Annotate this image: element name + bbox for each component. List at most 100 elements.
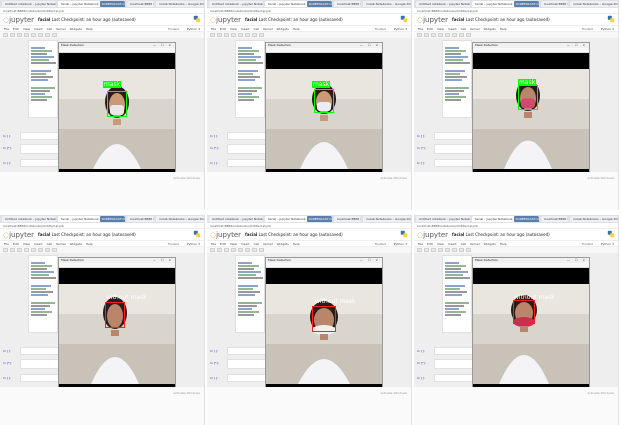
move-down-button[interactable] (252, 33, 257, 37)
paste-button[interactable] (445, 248, 450, 252)
browser-tab[interactable]: Colab Notebooks – Google Drive × (156, 1, 204, 7)
cut-button[interactable] (431, 248, 436, 252)
code-cell[interactable] (235, 255, 265, 333)
run-button[interactable] (259, 248, 264, 252)
code-cell[interactable] (20, 132, 60, 140)
menu-item-widgets[interactable]: Widgets (484, 242, 496, 246)
move-up-button[interactable] (245, 248, 250, 252)
run-button[interactable] (52, 33, 57, 37)
jupyter-logo[interactable]: ◌jupyter (417, 231, 448, 239)
menu-item-insert[interactable]: Insert (241, 27, 250, 31)
jupyter-logo[interactable]: ◌jupyter (210, 16, 241, 24)
browser-tab[interactable]: localhost:8888 × (540, 216, 569, 222)
menu-item-help[interactable]: Help (500, 27, 507, 31)
browser-tab[interactable]: Untitled notebook – jupyter Notebook × (2, 216, 57, 222)
code-cell[interactable] (227, 144, 267, 154)
jupyter-logo[interactable]: ◌jupyter (3, 231, 34, 239)
move-down-button[interactable] (45, 33, 50, 37)
menu-item-file[interactable]: File (4, 242, 9, 246)
notebook-title[interactable]: facial Last Checkpoint: an hour ago (aut… (38, 17, 136, 22)
copy-button[interactable] (231, 33, 236, 37)
browser-tab[interactable]: Untitled notebook – jupyter Notebook × (416, 1, 471, 7)
save-button[interactable] (210, 33, 215, 37)
browser-tab[interactable]: Colab Notebooks – Google Drive × (570, 1, 618, 7)
browser-tab[interactable]: localhost:8888 × (540, 1, 569, 7)
trusted-indicator[interactable]: Trusted (582, 242, 593, 246)
paste-button[interactable] (31, 248, 36, 252)
add-cell-button[interactable] (217, 33, 222, 37)
browser-tab[interactable]: localhost:8888 × (333, 216, 362, 222)
camera-window[interactable]: Mask Detection — ☐ × without mask (58, 257, 176, 395)
move-down-button[interactable] (459, 248, 464, 252)
menu-item-kernel[interactable]: Kernel (470, 242, 479, 246)
code-cell[interactable] (20, 374, 60, 382)
menu-item-cell[interactable]: Cell (461, 27, 467, 31)
browser-tab[interactable]: Untitled notebook – jupyter Notebook × (209, 216, 264, 222)
menu-item-view[interactable]: View (230, 242, 237, 246)
move-up-button[interactable] (38, 33, 43, 37)
menu-item-file[interactable]: File (418, 27, 423, 31)
browser-tab[interactable]: Untitled notebook – jupyter Notebook × (2, 1, 57, 7)
trusted-indicator[interactable]: Trusted (375, 242, 386, 246)
code-cell[interactable] (227, 159, 267, 167)
menu-item-widgets[interactable]: Widgets (70, 242, 82, 246)
trusted-indicator[interactable]: Trusted (375, 27, 386, 31)
code-cell[interactable] (434, 374, 474, 382)
browser-tab[interactable]: localhost:8888 × (126, 1, 155, 7)
menu-item-widgets[interactable]: Widgets (70, 27, 82, 31)
notebook-title[interactable]: facial Last Checkpoint: an hour ago (aut… (38, 232, 136, 237)
menu-item-edit[interactable]: Edit (427, 242, 433, 246)
menu-item-kernel[interactable]: Kernel (470, 27, 479, 31)
menu-item-cell[interactable]: Cell (47, 242, 53, 246)
cut-button[interactable] (224, 33, 229, 37)
copy-button[interactable] (438, 248, 443, 252)
cut-button[interactable] (17, 33, 22, 37)
add-cell-button[interactable] (424, 248, 429, 252)
add-cell-button[interactable] (10, 33, 15, 37)
cut-button[interactable] (17, 248, 22, 252)
run-button[interactable] (466, 33, 471, 37)
move-down-button[interactable] (45, 248, 50, 252)
menu-item-insert[interactable]: Insert (34, 27, 43, 31)
code-cell[interactable] (20, 347, 60, 355)
trusted-indicator[interactable]: Trusted (168, 27, 179, 31)
code-cell[interactable] (20, 359, 60, 369)
browser-tab[interactable]: facial – jupyter NotebookSCREENCAST-O-MA… (472, 216, 539, 222)
menu-item-view[interactable]: View (437, 242, 444, 246)
menu-item-help[interactable]: Help (293, 242, 300, 246)
move-up-button[interactable] (245, 33, 250, 37)
menu-item-view[interactable]: View (23, 27, 30, 31)
browser-tab[interactable]: Colab Notebooks – Google Drive × (363, 216, 411, 222)
jupyter-logo[interactable]: ◌jupyter (417, 16, 448, 24)
menu-item-edit[interactable]: Edit (13, 242, 19, 246)
menu-item-edit[interactable]: Edit (220, 242, 226, 246)
browser-tab[interactable]: Untitled notebook – jupyter Notebook × (209, 1, 264, 7)
code-cell[interactable] (442, 255, 472, 333)
copy-button[interactable] (24, 33, 29, 37)
run-button[interactable] (466, 248, 471, 252)
camera-window[interactable]: Mask Detection — ☐ × without mask (472, 257, 590, 395)
save-button[interactable] (3, 248, 8, 252)
move-up-button[interactable] (38, 248, 43, 252)
menu-item-view[interactable]: View (437, 27, 444, 31)
code-cell[interactable] (20, 144, 60, 154)
camera-window[interactable]: Mask Detection — ☐ × mask (58, 42, 176, 180)
add-cell-button[interactable] (217, 248, 222, 252)
browser-tab[interactable]: facial – jupyter NotebookSCREENCAST-O-MA… (265, 1, 332, 7)
add-cell-button[interactable] (424, 33, 429, 37)
browser-tab[interactable]: Untitled notebook – jupyter Notebook × (416, 216, 471, 222)
browser-tab[interactable]: localhost:8888 × (333, 1, 362, 7)
menu-item-edit[interactable]: Edit (220, 27, 226, 31)
jupyter-logo[interactable]: ◌jupyter (210, 231, 241, 239)
notebook-title[interactable]: facial Last Checkpoint: an hour ago (aut… (245, 232, 343, 237)
cut-button[interactable] (224, 248, 229, 252)
menu-item-help[interactable]: Help (500, 242, 507, 246)
browser-tab[interactable]: facial – jupyter NotebookSCREENCAST-O-MA… (472, 1, 539, 7)
menu-item-cell[interactable]: Cell (461, 242, 467, 246)
menu-item-help[interactable]: Help (293, 27, 300, 31)
code-cell[interactable] (227, 374, 267, 382)
browser-tab[interactable]: facial – jupyter NotebookSCREENCAST-O-MA… (58, 216, 125, 222)
add-cell-button[interactable] (10, 248, 15, 252)
browser-tab[interactable]: facial – jupyter NotebookSCREENCAST-O-MA… (265, 216, 332, 222)
menu-item-widgets[interactable]: Widgets (484, 27, 496, 31)
